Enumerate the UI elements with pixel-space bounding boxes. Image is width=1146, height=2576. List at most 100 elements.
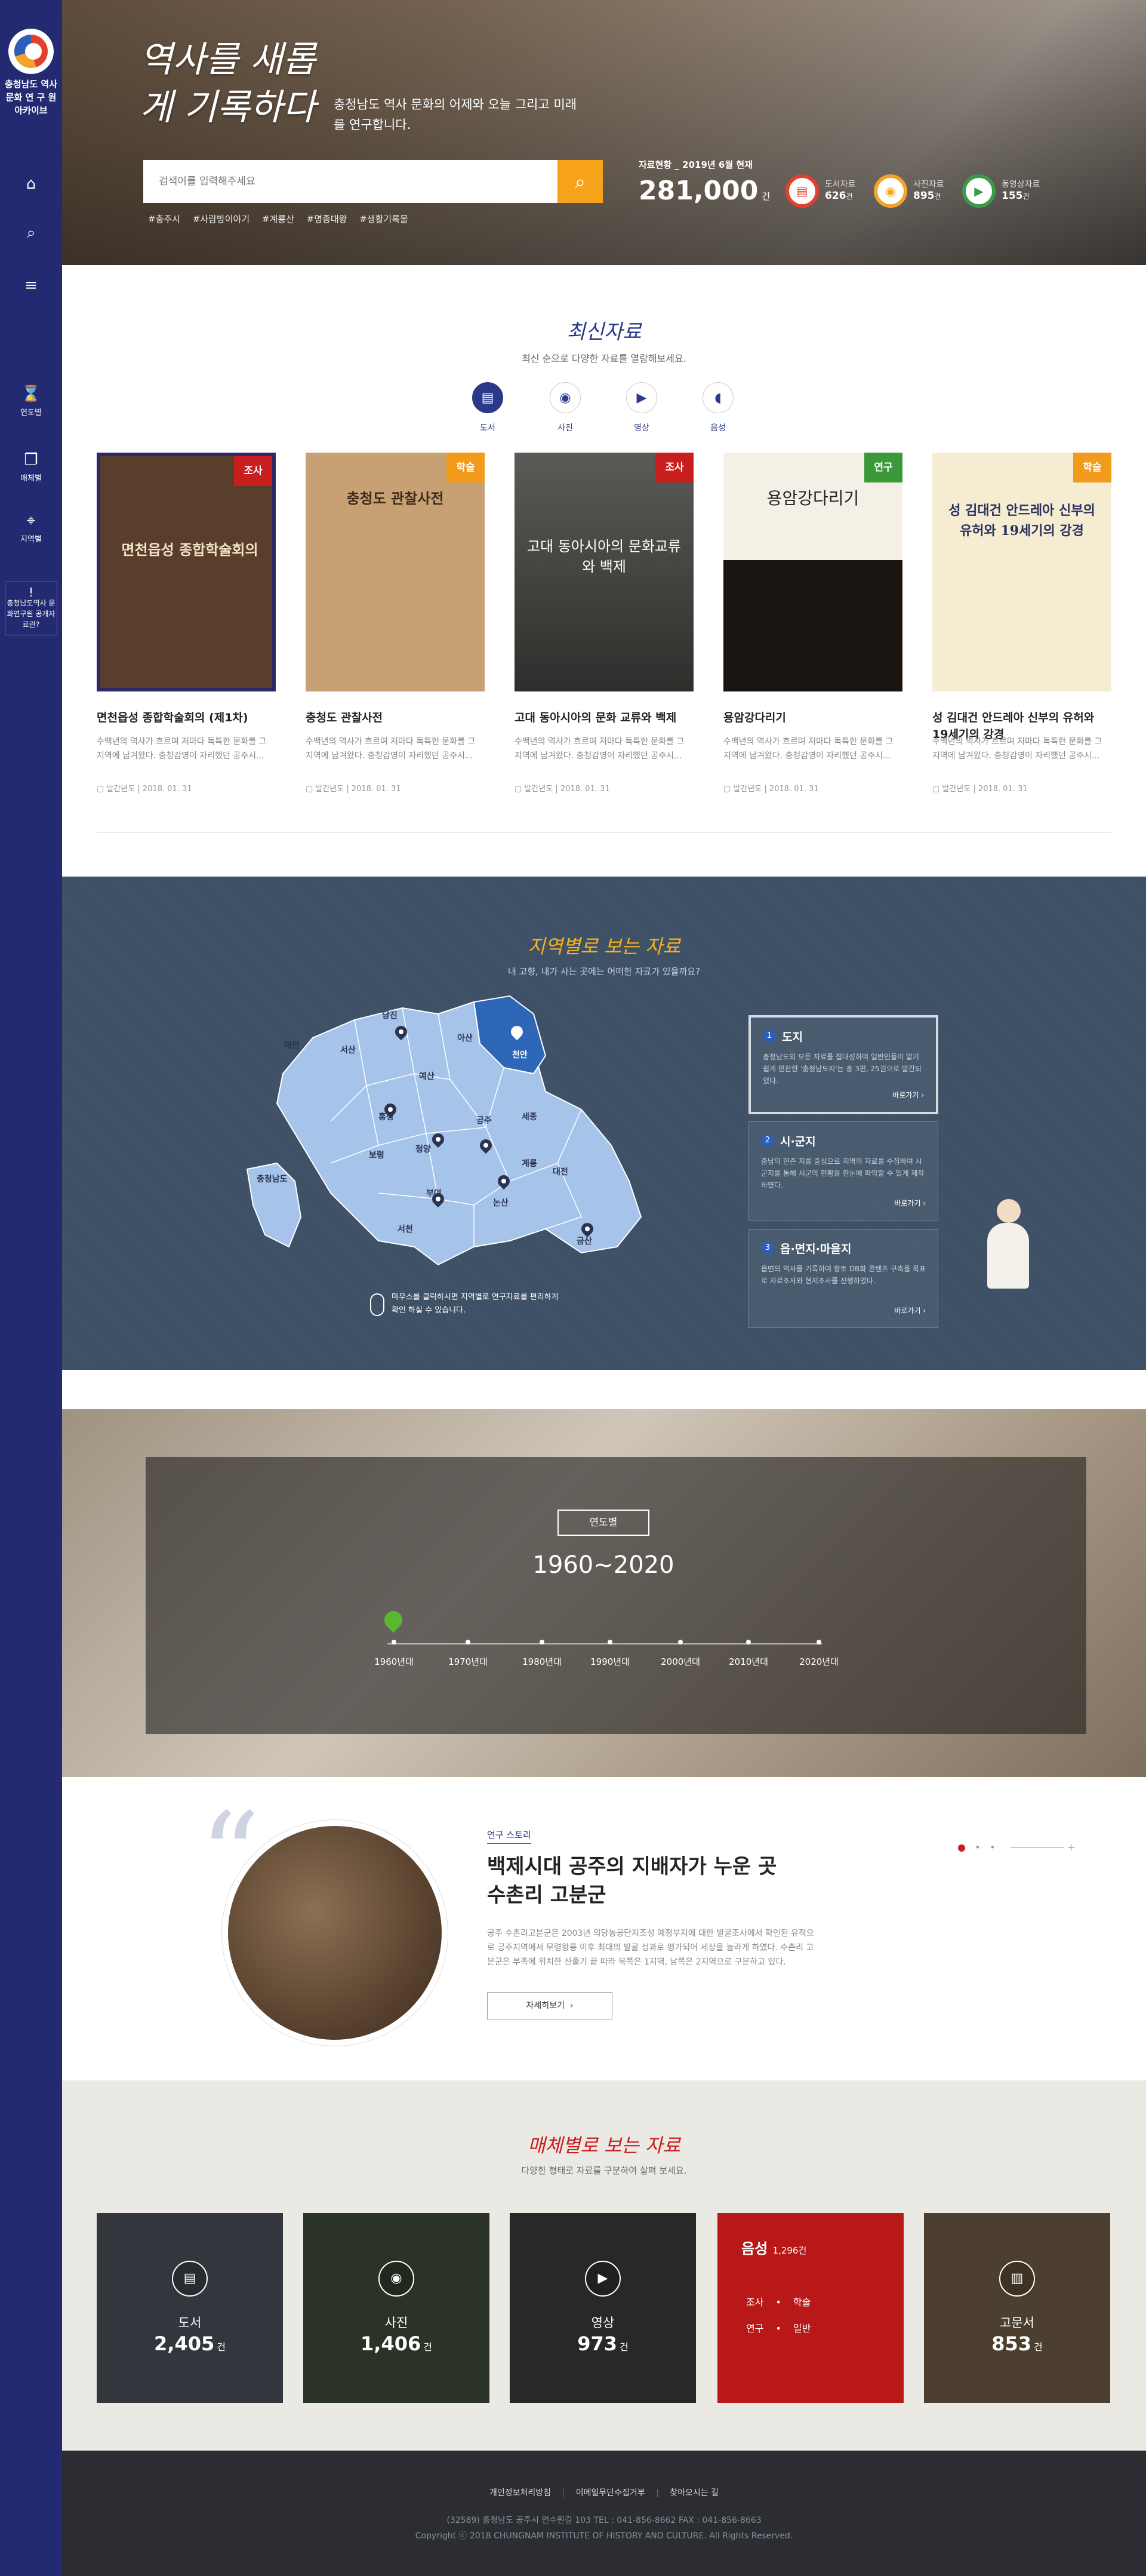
latest-heading: 최신자료 최신 순으로 다양한 자료를 열람해보세요. xyxy=(62,315,1146,365)
sidebar-item-year[interactable]: ⌛ 연도별 xyxy=(0,382,62,417)
region-title: 지역별로 보는 자료 xyxy=(528,935,680,958)
calendar-icon: ▢ xyxy=(306,785,316,794)
card-desc: 수백년의 역사가 흐르며 저마다 독특한 문화를 그 지역에 남겨왔다. 충청감… xyxy=(515,737,685,761)
search-button[interactable]: ⌕ xyxy=(557,160,603,203)
region-section: 지역별로 보는 자료 내 고향, 내가 사는 곳에는 어떠한 자료가 있을까요?… xyxy=(62,877,1146,1370)
slider-controls: ● • • + xyxy=(957,1842,1075,1853)
map-label[interactable]: 공주 xyxy=(476,1114,492,1126)
format-card-old-documents[interactable]: ▥ 고문서 853 건 xyxy=(924,2213,1110,2403)
card-title: 충청도 관찰사전 xyxy=(306,711,383,724)
timeline-tick[interactable]: 1980년대 xyxy=(506,1640,578,1668)
sidebar: 충청남도 역사문화 연 구 원 아카이브 ⌂ ⌕ ≡ ⌛ 연도별 ❐ 매체별 ⌖ 지역… xyxy=(0,0,62,2576)
audio-title: 음성 xyxy=(741,2240,768,2257)
map-label[interactable]: 금산 xyxy=(577,1235,592,1247)
card-meta: ▢ 발간년도 | 2018. 01. 31 xyxy=(515,785,610,794)
tag-link[interactable]: #명종대왕 xyxy=(307,214,347,225)
latest-title: 최신자료 xyxy=(566,320,642,344)
footer-link-privacy[interactable]: 개인정보처리방침 xyxy=(489,2488,551,2498)
map-label[interactable]: 보령 xyxy=(369,1149,384,1161)
map-label[interactable]: 청양 xyxy=(415,1143,431,1155)
book-icon: ▤ xyxy=(796,184,808,198)
map-label-selected[interactable]: 천안 xyxy=(512,1049,528,1060)
timeline-tick[interactable]: 2000년대 xyxy=(645,1640,716,1668)
latest-card[interactable]: 면천읍성 종합학술회의 조사 면천읍성 종합학술회의 (제1차) 수백년의 역사… xyxy=(97,453,276,799)
year-range: 1960~2020 xyxy=(532,1551,674,1579)
region-card-village[interactable]: 3 읍·면지·마을지 읍면의 역사를 기록하여 향토 DB화 콘텐츠 구축을 목표… xyxy=(748,1229,938,1328)
book-icon: ▤ xyxy=(472,382,503,413)
map-label[interactable]: 예산 xyxy=(419,1070,435,1082)
map-label[interactable]: 서천 xyxy=(398,1223,413,1235)
latest-card[interactable]: 고대 동아시아의 문화교류와 백제 조사 고대 동아시아의 문화 교류와 백제 … xyxy=(515,453,694,799)
site-logo[interactable] xyxy=(8,29,54,74)
card-badge: 조사 xyxy=(234,456,272,486)
stat-videos[interactable]: ▶ 동영상자료 155건 xyxy=(962,174,1052,210)
region-card-city[interactable]: 2 시·군지 충남의 현존 지를 중심으로 지역의 자료를 수집하여 시군지를 통… xyxy=(748,1121,938,1221)
sidebar-item-label: 지역별 xyxy=(20,535,42,544)
timeline-tick[interactable]: 2010년대 xyxy=(713,1640,784,1668)
sidebar-item-label: 연도별 xyxy=(20,408,42,417)
story-text: 공주 수촌리고분군은 2003년 의당농공단지조성 예정부지에 대한 발굴조사에… xyxy=(487,1929,814,1967)
sidebar-item-about-open-data[interactable]: ! 충청남도역사 문화연구원 공개자료란? xyxy=(5,582,57,635)
timeline-tick[interactable]: 1970년대 xyxy=(432,1640,504,1668)
story-section: “ 연구 스토리 백제시대 공주의 지배자가 누운 곳 수촌리 고분군 공주 수촌… xyxy=(62,1777,1146,2080)
latest-card[interactable]: 용암강다리기 연구 용암강다리기 수백년의 역사가 흐르며 저마다 독특한 문화… xyxy=(723,453,902,799)
story-more-button[interactable]: 자세히보기 › xyxy=(487,1992,612,2019)
audio-sub-link[interactable]: 연구 xyxy=(746,2323,763,2334)
menu-icon[interactable]: ≡ xyxy=(13,268,49,303)
book-icon: ▤ xyxy=(172,2261,208,2297)
format-card-videos[interactable]: ▶ 영상 973 건 xyxy=(510,2213,696,2403)
stat-label: 도서자료 xyxy=(825,180,856,189)
stat-books[interactable]: ▤ 도서자료 626건 xyxy=(785,174,875,210)
card-cover: 성 김대건 안드레아 신부의 유허와 19세기의 강경 학술 xyxy=(932,453,1111,691)
slide-dot[interactable]: • xyxy=(975,1842,980,1853)
plus-icon[interactable]: + xyxy=(1067,1842,1075,1853)
tab-videos[interactable]: ▶ 영상 xyxy=(615,382,668,434)
slide-dot[interactable]: • xyxy=(990,1842,995,1853)
sidebar-item-media[interactable]: ❐ 매체별 xyxy=(0,448,62,483)
mouse-icon xyxy=(370,1293,384,1316)
tag-link[interactable]: #사람방이야기 xyxy=(193,214,249,225)
card-desc: 수백년의 역사가 흐르며 저마다 독특한 문화를 그 지역에 남겨왔다. 충청감… xyxy=(723,737,894,761)
latest-card[interactable]: 충청도 관찰사전 학술 충청도 관찰사전 수백년의 역사가 흐르며 저마다 독특… xyxy=(306,453,485,799)
map-label[interactable]: 대전 xyxy=(553,1166,568,1178)
map-label[interactable]: 아산 xyxy=(457,1032,473,1044)
stat-photos[interactable]: ◉ 사진자료 895건 xyxy=(874,174,963,210)
map-label[interactable]: 충청남도 xyxy=(257,1173,288,1185)
scholar-illustration xyxy=(975,1199,1041,1301)
tag-link[interactable]: #충주시 xyxy=(148,214,180,225)
format-card-books[interactable]: ▤ 도서 2,405 건 xyxy=(97,2213,283,2403)
tab-books[interactable]: ▤ 도서 xyxy=(461,382,515,434)
tag-link[interactable]: #생활기록물 xyxy=(359,214,408,225)
tab-audio[interactable]: ◖ 음성 xyxy=(691,382,745,434)
latest-card[interactable]: 성 김대건 안드레아 신부의 유허와 19세기의 강경 학술 성 김대건 안드레… xyxy=(932,453,1111,799)
audio-sub-link[interactable]: 학술 xyxy=(793,2297,811,2308)
timeline-tick[interactable]: 1960년대 xyxy=(358,1640,430,1668)
sidebar-special-label: 충청남도역사 문화연구원 공개자료란? xyxy=(7,599,56,629)
search-icon[interactable]: ⌕ xyxy=(13,215,49,251)
map-label[interactable]: 태안 xyxy=(284,1039,300,1051)
region-card-province[interactable]: 1 도지 충청남도의 모든 자료를 집대성하여 일반인들이 알기 쉽게 편찬한 '… xyxy=(748,1015,938,1114)
footer-links: 개인정보처리방침 | 이메일무단수집거부 | 찾아오시는 길 xyxy=(489,2488,719,2498)
map-label[interactable]: 세종 xyxy=(522,1111,537,1123)
divider xyxy=(97,832,1111,833)
tab-photos[interactable]: ◉ 사진 xyxy=(538,382,592,434)
audio-sub-link[interactable]: 조사 xyxy=(746,2297,763,2308)
map-label[interactable]: 계룡 xyxy=(522,1157,537,1169)
timeline-tick[interactable]: 1990년대 xyxy=(574,1640,646,1668)
home-icon[interactable]: ⌂ xyxy=(13,166,49,202)
tag-link[interactable]: #계룡산 xyxy=(262,214,294,225)
sidebar-item-region[interactable]: ⌖ 지역별 xyxy=(0,509,62,544)
timeline-tick[interactable]: 2020년대 xyxy=(783,1640,855,1668)
footer-link-directions[interactable]: 찾아오시는 길 xyxy=(670,2488,719,2498)
map-label[interactable]: 서산 xyxy=(340,1044,356,1056)
audio-sub-link[interactable]: 일반 xyxy=(793,2323,811,2334)
footer-link-email[interactable]: 이메일무단수집거부 xyxy=(576,2488,645,2498)
map-label[interactable]: 논산 xyxy=(493,1197,509,1209)
format-card-photos[interactable]: ◉ 사진 1,406 건 xyxy=(303,2213,489,2403)
search-input[interactable] xyxy=(143,160,557,203)
region-map[interactable] xyxy=(223,966,701,1301)
format-card-audio[interactable]: 음성 1,296건 조사 • 학술 연구 • 일반 xyxy=(717,2213,904,2403)
year-section: 연도별 1960~2020 1960년대 1970년대 1980년대 1990년… xyxy=(62,1409,1146,1777)
map-label[interactable]: 당진 xyxy=(382,1009,398,1021)
slide-dot-active[interactable]: ● xyxy=(957,1842,966,1853)
